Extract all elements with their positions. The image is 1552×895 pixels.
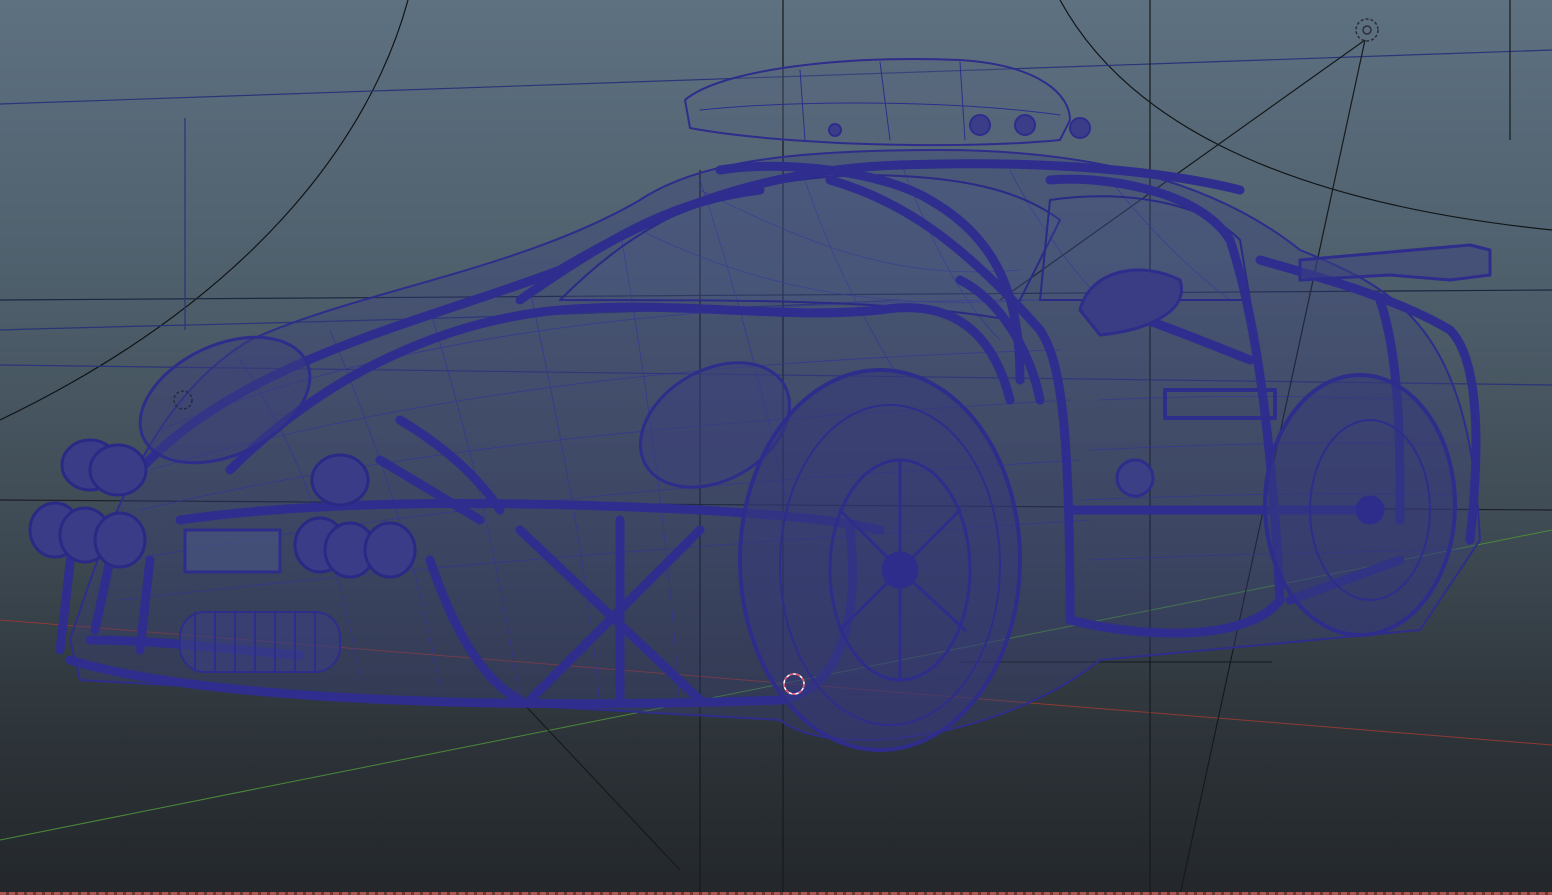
3d-viewport[interactable] xyxy=(0,0,1552,895)
winch xyxy=(179,611,341,673)
viewport-canvas[interactable] xyxy=(0,0,1552,895)
rear-wheel xyxy=(1263,373,1457,637)
roof-cargo-box xyxy=(684,58,1071,147)
license-plate xyxy=(183,528,282,574)
light-locator-icon[interactable] xyxy=(1355,18,1379,42)
car-wireframe[interactable] xyxy=(28,58,1492,752)
front-wheel xyxy=(738,368,1022,752)
rear-spoiler xyxy=(1298,243,1492,282)
